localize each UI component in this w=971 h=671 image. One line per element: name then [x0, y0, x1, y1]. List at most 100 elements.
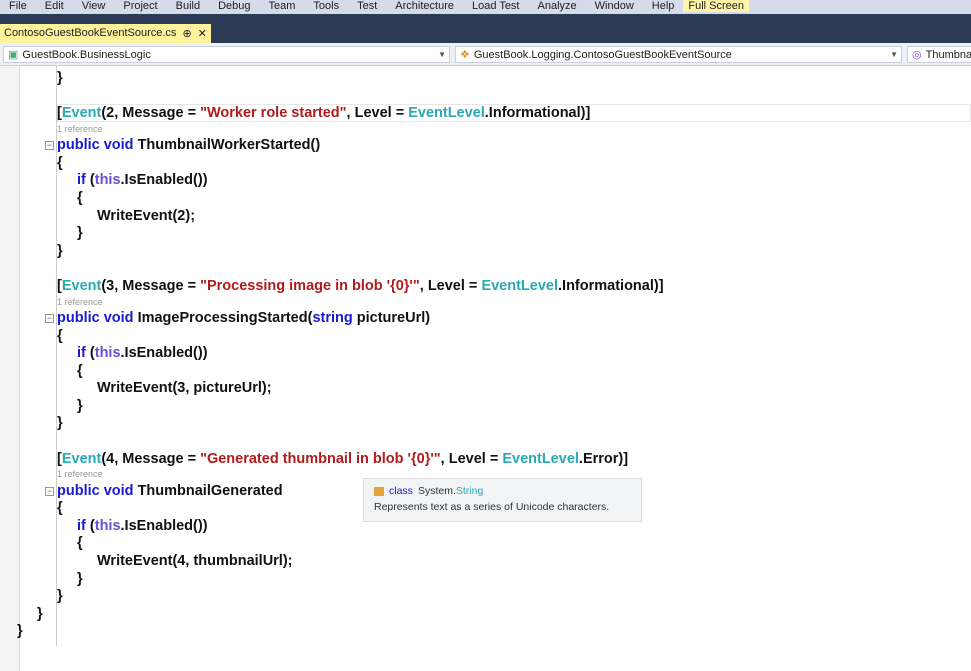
code-line: WriteEvent(3, pictureUrl);: [0, 380, 971, 398]
code-line: }: [0, 606, 971, 624]
code-token: }: [37, 605, 43, 622]
code-token: this: [94, 172, 121, 189]
pin-icon[interactable]: ⊕: [182, 27, 191, 40]
navigation-bar: ▣ GuestBook.BusinessLogic ▼ ❖ GuestBook.Log…: [0, 43, 971, 66]
menu-test[interactable]: Test: [348, 0, 386, 12]
code-token: , Level =: [346, 105, 409, 122]
menu-tools[interactable]: Tools: [304, 0, 348, 12]
code-token: public void: [57, 482, 138, 499]
code-line: {: [0, 155, 971, 173]
code-token: }: [17, 623, 23, 640]
code-token: (3, Message =: [101, 277, 201, 294]
code-token: this: [94, 345, 121, 362]
menu-file[interactable]: File: [0, 0, 36, 12]
code-token: if: [77, 517, 90, 534]
code-token: ThumbnailWorkerStarted(): [137, 137, 321, 154]
code-token: }: [77, 225, 83, 242]
code-token: public void: [57, 309, 138, 326]
code-line: {: [0, 328, 971, 346]
reference-codelens[interactable]: 1 reference: [0, 123, 971, 137]
menu-architecture[interactable]: Architecture: [386, 0, 463, 12]
code-token: .IsEnabled()): [120, 172, 208, 189]
code-line: [Event(2, Message = "Worker role started…: [0, 105, 971, 123]
menu-build[interactable]: Build: [167, 0, 209, 12]
code-line: }: [0, 243, 971, 261]
code-token: this: [94, 517, 121, 534]
code-token: {: [57, 327, 63, 344]
code-token: }: [57, 415, 63, 432]
code-line: WriteEvent(4, thumbnailUrl);: [0, 553, 971, 571]
menu-load-test[interactable]: Load Test: [463, 0, 529, 12]
close-icon[interactable]: ✕: [198, 27, 207, 40]
code-token: .Informational)]: [484, 105, 591, 122]
code-line: {: [0, 190, 971, 208]
code-token: Event: [61, 277, 102, 294]
code-token: public void: [57, 137, 138, 154]
code-token: {: [57, 500, 63, 517]
tooltip-keyword: class: [389, 485, 413, 497]
menu-project[interactable]: Project: [114, 0, 166, 12]
collapse-icon[interactable]: −: [45, 313, 54, 323]
menu-edit[interactable]: Edit: [36, 0, 73, 12]
code-token: .IsEnabled()): [120, 345, 208, 362]
code-line: − public void ThumbnailWorkerStarted(): [0, 137, 971, 155]
collapse-icon[interactable]: −: [45, 141, 54, 151]
menu-analyze[interactable]: Analyze: [529, 0, 586, 12]
code-line: }: [0, 225, 971, 243]
code-token: "Processing image in blob '{0}'": [200, 277, 420, 294]
code-token: }: [77, 397, 83, 414]
reference-codelens[interactable]: 1 reference: [0, 296, 971, 310]
code-token: (2, Message =: [101, 105, 201, 122]
code-editor[interactable]: } [Event(2, Message = "Worker role starte…: [0, 70, 971, 641]
code-token: EventLevel: [408, 105, 485, 122]
tooltip-type: String: [455, 485, 484, 497]
code-token: WriteEvent(2);: [97, 207, 196, 224]
code-token: if: [77, 172, 90, 189]
code-token: {: [77, 535, 83, 552]
type-dropdown[interactable]: ❖ GuestBook.Logging.ContosoGuestBookEvent…: [455, 46, 902, 63]
class-icon: ❖: [460, 49, 470, 61]
code-line: }: [0, 571, 971, 589]
code-line: {: [0, 363, 971, 381]
code-line: }: [0, 623, 971, 641]
menu-bar: File Edit View Project Build Debug Team Tools Te…: [0, 0, 971, 14]
code-token: EventLevel: [502, 450, 579, 467]
code-token: }: [57, 242, 63, 259]
code-line: }: [0, 70, 971, 88]
code-line: − public void ImageProcessingStarted(stri…: [0, 310, 971, 328]
menu-view[interactable]: View: [73, 0, 115, 12]
code-token: , Level =: [440, 450, 503, 467]
code-token: if: [77, 345, 90, 362]
method-icon: ◎: [912, 49, 922, 61]
code-line: {: [0, 535, 971, 553]
menu-debug[interactable]: Debug: [209, 0, 259, 12]
code-token: WriteEvent(3, pictureUrl);: [97, 380, 272, 397]
code-line: WriteEvent(2);: [0, 208, 971, 226]
tooltip-namespace: System.: [417, 485, 456, 497]
code-line: if (this.IsEnabled()): [0, 345, 971, 363]
code-token: pictureUrl): [356, 309, 431, 326]
code-token: Event: [61, 450, 102, 467]
code-line: }: [0, 398, 971, 416]
menu-window[interactable]: Window: [586, 0, 643, 12]
chevron-down-icon: ▼: [890, 50, 898, 59]
collapse-icon[interactable]: −: [45, 486, 54, 496]
tab-contoso-event-source[interactable]: ContosoGuestBookEventSource.cs ⊕ ✕: [0, 24, 211, 43]
member-dropdown[interactable]: ◎Thumbnail: [907, 46, 971, 63]
menu-team[interactable]: Team: [260, 0, 305, 12]
code-token: {: [77, 362, 83, 379]
menu-full-screen[interactable]: Full Screen: [683, 0, 750, 12]
member-label: Thumbnail: [925, 48, 971, 61]
document-tab-strip: ContosoGuestBookEventSource.cs ⊕ ✕: [0, 14, 971, 43]
code-token: "Generated thumbnail in blob '{0}'": [200, 450, 441, 467]
class-icon: [374, 486, 384, 496]
code-token: .Error)]: [578, 450, 629, 467]
code-token: }: [77, 570, 83, 587]
quickinfo-tooltip: class System.String Represents text as a…: [363, 478, 642, 522]
code-token: .IsEnabled()): [120, 517, 208, 534]
project-dropdown[interactable]: ▣ GuestBook.BusinessLogic ▼: [3, 46, 450, 63]
menu-help[interactable]: Help: [643, 0, 684, 12]
